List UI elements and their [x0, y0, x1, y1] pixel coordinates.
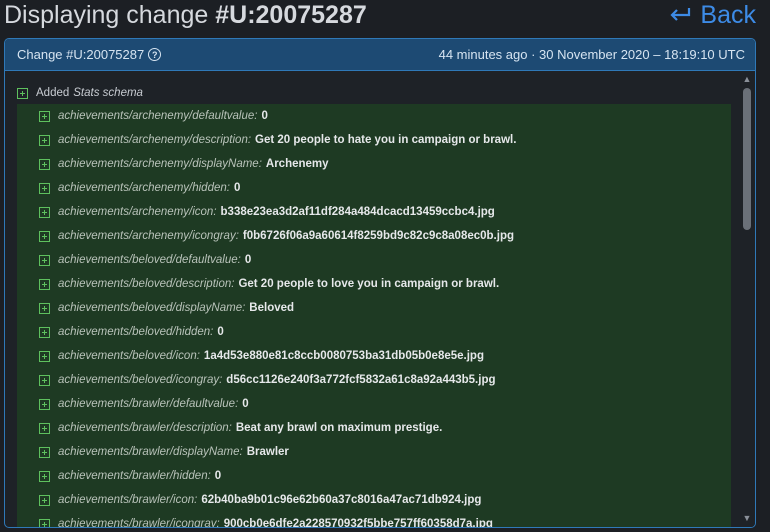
entry-key: achievements/archenemy/defaultvalue: [58, 110, 258, 122]
entry-value: 1a4d53e880e81c8ccb0080753ba31db05b0e8e5e… [203, 350, 484, 362]
plus-icon [39, 302, 50, 314]
diff-root-label: Added [36, 87, 70, 99]
diff-root-target: Stats schema [73, 87, 143, 99]
diff-entry-row: achievements/beloved/hidden: 0 [17, 320, 731, 344]
diff-entry-row: achievements/archenemy/hidden: 0 [17, 176, 731, 200]
diff-entry-row: achievements/brawler/icon: 62b40ba9b01c96… [17, 488, 731, 512]
diff-entry-row: achievements/archenemy/displayName: Arche… [17, 152, 731, 176]
back-button[interactable]: Back [668, 0, 756, 30]
diff-entry-row: achievements/archenemy/description: Get 2… [17, 128, 731, 152]
diff-entry-row: achievements/brawler/defaultvalue: 0 [17, 392, 731, 416]
top-bar: Displaying change #U:20075287 Back [0, 0, 770, 36]
page-title-change-id: #U:20075287 [215, 1, 367, 29]
entry-value: 62b40ba9b01c96e62b60a37c8016a47ac71db924… [201, 494, 482, 506]
entry-value: Archenemy [265, 158, 329, 170]
plus-icon [39, 470, 50, 482]
entry-key: achievements/beloved/displayName: [58, 302, 246, 314]
diff-entry-row: achievements/brawler/displayName: Brawler [17, 440, 731, 464]
plus-icon [17, 87, 28, 99]
plus-icon [39, 494, 50, 506]
entry-key: achievements/brawler/icon: [58, 494, 198, 506]
diff-entry-row: achievements/beloved/icon: 1a4d53e880e81c… [17, 344, 731, 368]
diff-entry-row: achievements/archenemy/defaultvalue: 0 [17, 104, 731, 128]
entry-value: 900cb0e6dfe2a228570932f5bbe757ff60358d7a… [223, 518, 493, 527]
plus-icon [39, 374, 50, 386]
entry-key: achievements/beloved/description: [58, 278, 235, 290]
plus-icon [39, 278, 50, 290]
return-arrow-icon [670, 8, 691, 21]
entry-value: Get 20 people to love you in campaign or… [238, 278, 500, 290]
panel-header: Change #U:20075287 ? 44 minutes ago · 30… [5, 39, 755, 71]
plus-icon [39, 182, 50, 194]
diff-entry-row: achievements/brawler/icongray: 900cb0e6df… [17, 512, 731, 527]
plus-icon [39, 230, 50, 242]
back-label: Back [700, 0, 756, 29]
change-timestamp: 44 minutes ago · 30 November 2020 – 18:1… [438, 47, 745, 62]
diff-entry-row: achievements/brawler/description: Beat an… [17, 416, 731, 440]
entry-value: Beloved [249, 302, 295, 314]
change-label: Change #U:20075287 [17, 47, 145, 62]
diff-entry-row: achievements/beloved/icongray: d56cc1126e… [17, 368, 731, 392]
diff-root-row: Added Stats schema [17, 82, 739, 104]
entry-value: Beat any brawl on maximum prestige. [235, 422, 443, 434]
plus-icon [39, 206, 50, 218]
entry-value: 0 [217, 326, 224, 338]
plus-icon [39, 158, 50, 170]
diff-tree: Added Stats schema achievements/archenem… [5, 72, 739, 527]
scroll-down-arrow-icon[interactable]: ▼ [739, 511, 755, 525]
diff-entry-row: achievements/beloved/defaultvalue: 0 [17, 248, 731, 272]
scrollbar[interactable]: ▲ ▼ [739, 72, 755, 527]
diff-entry-row: achievements/archenemy/icon: b338e23ea3d2… [17, 200, 731, 224]
page-title-prefix: Displaying change [4, 1, 216, 29]
entry-value: 0 [214, 470, 222, 482]
scrollbar-thumb[interactable] [743, 88, 751, 230]
entry-key: achievements/archenemy/icon: [58, 206, 217, 218]
help-icon[interactable]: ? [148, 48, 162, 61]
plus-icon [39, 398, 50, 410]
scroll-up-arrow-icon[interactable]: ▲ [739, 72, 755, 86]
plus-icon [39, 326, 50, 338]
entry-key: achievements/archenemy/icongray: [58, 230, 239, 242]
diff-entry-row: achievements/brawler/hidden: 0 [17, 464, 731, 488]
diff-entry-row: achievements/beloved/displayName: Beloved [17, 296, 731, 320]
page-title: Displaying change #U:20075287 [4, 0, 367, 30]
entry-value: 0 [244, 254, 252, 266]
entry-key: achievements/beloved/hidden: [58, 326, 214, 338]
entry-key: achievements/beloved/icongray: [58, 374, 223, 386]
plus-icon [39, 446, 50, 458]
plus-icon [39, 518, 50, 527]
entry-value: Get 20 people to hate you in campaign or… [255, 134, 517, 146]
entry-value: d56cc1126e240f3a772fcf5832a61c8a92a443b5… [226, 374, 496, 386]
diff-entry-row: achievements/archenemy/icongray: f0b6726f… [17, 224, 731, 248]
entry-key: achievements/brawler/description: [58, 422, 232, 434]
entry-key: achievements/brawler/icongray: [58, 518, 220, 527]
entry-value: f0b6726f06a9a60614f8259bd9c82c9c8a08ec0b… [242, 230, 514, 242]
diff-entry-row: achievements/beloved/description: Get 20 … [17, 272, 731, 296]
entry-key: achievements/brawler/displayName: [58, 446, 243, 458]
entry-key: achievements/archenemy/description: [58, 134, 252, 146]
entry-value: 0 [242, 398, 249, 410]
plus-icon [39, 110, 50, 122]
entry-key: achievements/beloved/icon: [58, 350, 200, 362]
plus-icon [39, 422, 50, 434]
plus-icon [39, 254, 50, 266]
entry-key: achievements/brawler/defaultvalue: [58, 398, 239, 410]
entry-key: achievements/archenemy/displayName: [58, 158, 262, 170]
panel-body: Added Stats schema achievements/archenem… [5, 72, 755, 527]
entry-value: b338e23ea3d2af11df284a484dcacd13459ccbc4… [220, 206, 495, 218]
entry-key: achievements/archenemy/hidden: [58, 182, 230, 194]
plus-icon [39, 134, 50, 146]
entry-key: achievements/brawler/hidden: [58, 470, 211, 482]
plus-icon [39, 350, 50, 362]
entry-key: achievements/beloved/defaultvalue: [58, 254, 241, 266]
added-entries: achievements/archenemy/defaultvalue: 0 ach… [17, 104, 731, 527]
entry-value: Brawler [246, 446, 289, 458]
entry-value: 0 [233, 182, 241, 194]
change-panel: Change #U:20075287 ? 44 minutes ago · 30… [4, 38, 756, 528]
entry-value: 0 [261, 110, 268, 122]
